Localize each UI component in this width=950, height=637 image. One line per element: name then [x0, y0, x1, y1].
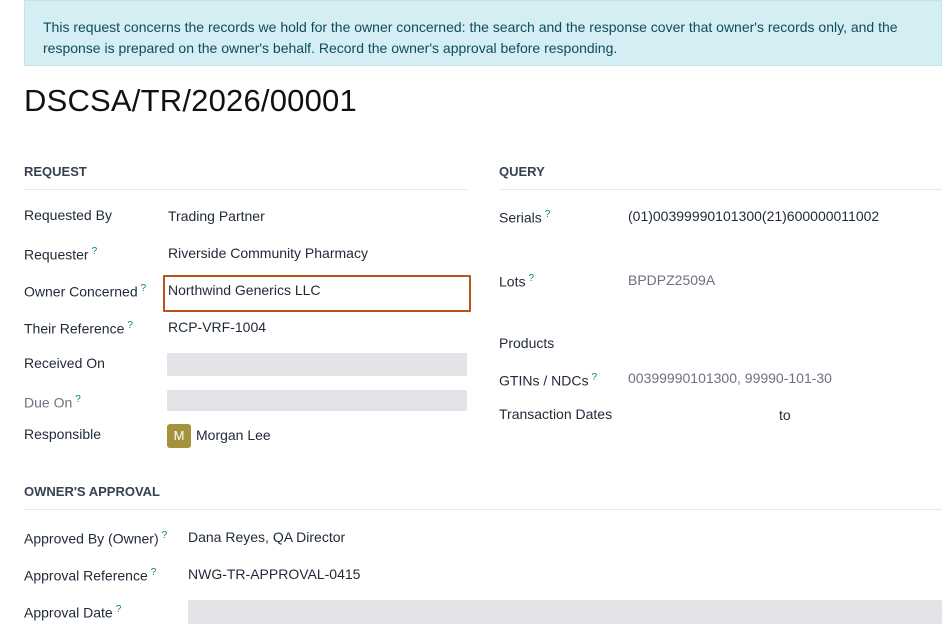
help-icon[interactable]: ?: [92, 246, 98, 257]
help-icon[interactable]: ?: [141, 283, 147, 294]
lots-value[interactable]: BPDPZ2509A: [628, 271, 715, 289]
requester-label: Requester?: [24, 246, 98, 263]
gtins-value[interactable]: 00399990101300, 99990-101-30: [628, 369, 832, 387]
approved-by-value[interactable]: Dana Reyes, QA Director: [188, 528, 345, 546]
transaction-dates-separator: to: [779, 407, 791, 423]
due-on-field[interactable]: [167, 390, 467, 411]
products-label: Products: [499, 335, 555, 351]
approval-date-label: Approval Date?: [24, 604, 122, 621]
their-reference-label: Their Reference?: [24, 320, 133, 337]
lots-label: Lots?: [499, 273, 535, 290]
serials-value[interactable]: (01)00399990101300(21)600000011002: [628, 207, 879, 225]
section-heading-query: QUERY: [499, 164, 942, 190]
alert-line-1: This request concerns the records we hol…: [43, 19, 898, 35]
info-alert: This request concerns the records we hol…: [24, 0, 942, 66]
transaction-dates-label: Transaction Dates: [499, 406, 613, 422]
avatar: M: [167, 424, 191, 448]
help-icon[interactable]: ?: [591, 372, 597, 383]
alert-line-2: response is prepared on the owner's beha…: [43, 40, 618, 56]
requested-by-value[interactable]: Trading Partner: [168, 207, 265, 225]
owner-concerned-label: Owner Concerned?: [24, 283, 147, 300]
section-heading-approval: OWNER'S APPROVAL: [24, 484, 942, 510]
approval-date-field[interactable]: [188, 600, 942, 624]
section-heading-request: REQUEST: [24, 164, 467, 190]
help-icon[interactable]: ?: [75, 394, 81, 405]
approval-reference-label: Approval Reference?: [24, 567, 157, 584]
their-reference-value[interactable]: RCP-VRF-1004: [168, 318, 266, 336]
received-on-field[interactable]: [167, 353, 467, 376]
gtins-label: GTINs / NDCs?: [499, 372, 598, 389]
approved-by-label: Approved By (Owner)?: [24, 530, 168, 547]
help-icon[interactable]: ?: [151, 567, 157, 578]
help-icon[interactable]: ?: [545, 209, 551, 220]
responsible-value[interactable]: Morgan Lee: [196, 426, 271, 444]
help-icon[interactable]: ?: [162, 530, 168, 541]
received-on-label: Received On: [24, 355, 105, 371]
serials-label: Serials?: [499, 209, 551, 226]
owner-concerned-value[interactable]: Northwind Generics LLC: [168, 281, 321, 299]
requested-by-label: Requested By: [24, 207, 112, 223]
help-icon[interactable]: ?: [116, 604, 122, 615]
responsible-label: Responsible: [24, 426, 102, 442]
due-on-label: Due On?: [24, 394, 81, 411]
approval-reference-value[interactable]: NWG-TR-APPROVAL-0415: [188, 565, 360, 583]
help-icon[interactable]: ?: [528, 273, 534, 284]
page-title: DSCSA/TR/2026/00001: [24, 83, 357, 118]
requester-value[interactable]: Riverside Community Pharmacy: [168, 244, 368, 262]
help-icon[interactable]: ?: [127, 320, 133, 331]
